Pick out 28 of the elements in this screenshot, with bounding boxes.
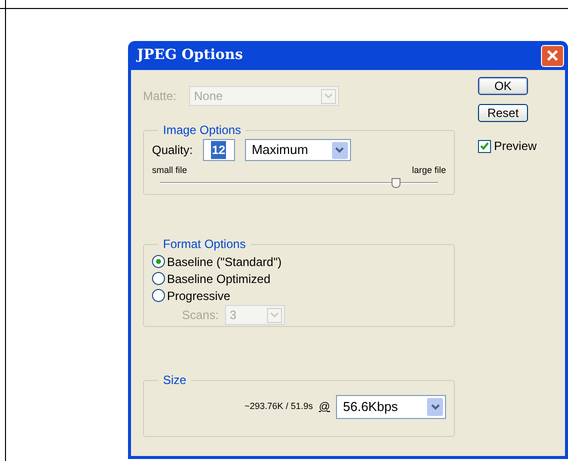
slider-min-label: small file [152, 164, 188, 177]
radio-label: Progressive [167, 288, 230, 304]
radio-label: Baseline ("Standard") [167, 254, 282, 270]
quality-preset: Maximum [252, 141, 308, 160]
scans-label: Scans: [182, 307, 219, 324]
group-title: Format Options [162, 236, 247, 253]
radio-option[interactable]: Baseline ("Standard") [152, 253, 446, 270]
matte-label: Matte: [143, 88, 178, 105]
quality-label: Quality: [152, 142, 193, 159]
preview-label: Preview [494, 138, 537, 155]
size-estimate: ~293.76K / 51.9s [244, 400, 313, 414]
ok-button[interactable]: OK [478, 77, 528, 95]
quality-field[interactable]: 12 [202, 139, 235, 161]
scans-value: 3 [230, 307, 236, 324]
matte-value: None [194, 88, 223, 105]
at-label: @ [318, 400, 330, 415]
reset-button[interactable]: Reset [478, 104, 528, 122]
slider-max-label: large file [412, 164, 446, 177]
group-title: Image Options [162, 122, 242, 139]
quality-dropdown[interactable]: Maximum [244, 139, 351, 161]
radio-option[interactable]: Progressive [152, 287, 446, 304]
speed-dropdown[interactable]: 56.6Kbps [336, 395, 446, 419]
preview-checkbox[interactable]: Preview [478, 137, 565, 155]
group-title: Size [162, 372, 188, 389]
radio-option[interactable]: Baseline Optimized [152, 270, 446, 287]
speed-value: 56.6Kbps [343, 398, 398, 416]
window-title: JPEG Options [137, 46, 243, 65]
radio-label: Baseline Optimized [167, 270, 270, 288]
